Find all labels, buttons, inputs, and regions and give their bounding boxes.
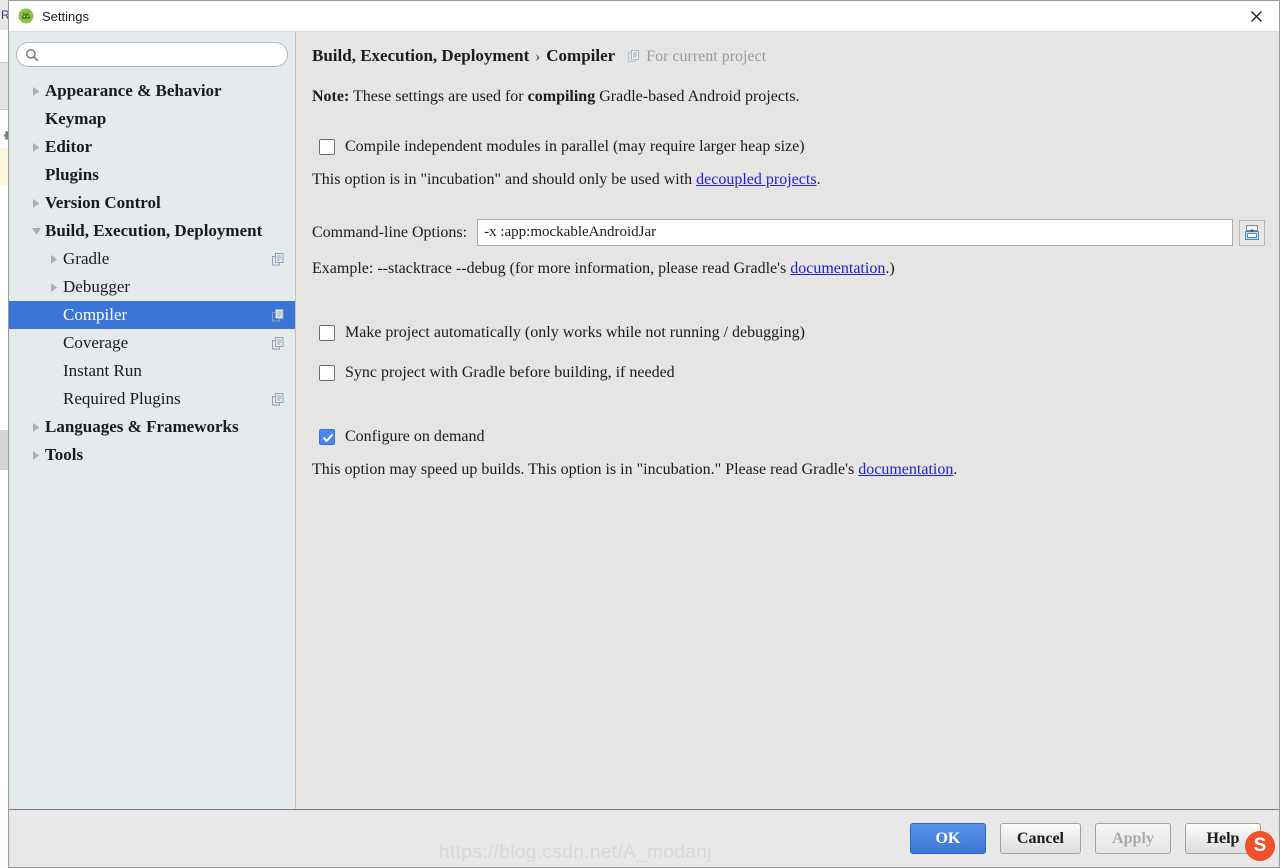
sync-before-build-checkbox[interactable] bbox=[319, 365, 335, 381]
dialog-footer: OK Cancel Apply Help https://blog.csdn.n… bbox=[9, 809, 1279, 867]
apply-button: Apply bbox=[1095, 823, 1171, 854]
parallel-compile-row[interactable]: Compile independent modules in parallel … bbox=[310, 137, 1265, 157]
dialog-titlebar: Settings bbox=[9, 1, 1279, 32]
chevron-down-icon[interactable] bbox=[27, 227, 45, 236]
sidebar-item-label: Version Control bbox=[45, 193, 161, 212]
close-icon[interactable] bbox=[1233, 1, 1279, 32]
configure-on-demand-row[interactable]: Configure on demand bbox=[310, 427, 1265, 447]
breadcrumb: Build, Execution, Deployment › Compiler … bbox=[310, 32, 1265, 66]
search-box[interactable] bbox=[16, 42, 288, 67]
note-text-2: Gradle-based Android projects. bbox=[595, 88, 800, 105]
breadcrumb-separator: › bbox=[535, 49, 541, 65]
make-automatically-checkbox[interactable] bbox=[319, 325, 335, 341]
sidebar-item-label: Build, Execution, Deployment bbox=[45, 221, 263, 240]
search-input[interactable] bbox=[39, 44, 287, 65]
command-line-options-row: Command-line Options: bbox=[310, 219, 1265, 246]
sidebar-item-keymap[interactable]: Keymap bbox=[9, 105, 295, 133]
ok-button[interactable]: OK bbox=[909, 823, 986, 854]
sogou-logo-icon: S bbox=[1245, 831, 1275, 861]
sidebar-item-label: Coverage bbox=[63, 333, 129, 352]
example-text-2: .) bbox=[885, 260, 895, 277]
sidebar-item-debugger[interactable]: Debugger bbox=[9, 273, 295, 301]
configure-on-demand-description: This option may speed up builds. This op… bbox=[310, 461, 1265, 479]
sidebar-item-required-plugins[interactable]: Required Plugins bbox=[9, 385, 295, 413]
parallel-compile-label: Compile independent modules in parallel … bbox=[345, 138, 805, 155]
command-line-options-label: Command-line Options: bbox=[312, 223, 468, 241]
dialog-body: Appearance & Behavior Keymap Editor Plugins… bbox=[9, 32, 1279, 809]
parallel-compile-description: This option is in "incubation" and shoul… bbox=[310, 171, 1265, 189]
android-studio-icon bbox=[18, 8, 34, 24]
chevron-right-icon[interactable] bbox=[27, 450, 45, 461]
expand-editor-icon[interactable] bbox=[1239, 219, 1265, 246]
sidebar-item-coverage[interactable]: Coverage bbox=[9, 329, 295, 357]
chevron-right-icon[interactable] bbox=[45, 282, 63, 293]
chevron-right-icon[interactable] bbox=[27, 142, 45, 153]
sidebar-item-version-control[interactable]: Version Control bbox=[9, 189, 295, 217]
sidebar-item-build-execution-deployment[interactable]: Build, Execution, Deployment bbox=[9, 217, 295, 245]
sidebar-item-plugins[interactable]: Plugins bbox=[9, 161, 295, 189]
command-line-options-input[interactable] bbox=[477, 219, 1233, 246]
chevron-right-icon[interactable] bbox=[27, 198, 45, 209]
gradle-documentation-link-2[interactable]: documentation bbox=[858, 461, 953, 478]
configure-on-demand-checkbox[interactable] bbox=[319, 429, 335, 445]
chevron-right-icon[interactable] bbox=[45, 254, 63, 265]
chevron-right-icon[interactable] bbox=[27, 86, 45, 97]
note-text-1: These settings are used for bbox=[349, 88, 528, 105]
sidebar-item-label: Appearance & Behavior bbox=[45, 81, 222, 100]
copy-icon bbox=[628, 50, 641, 63]
sidebar-item-label: Debugger bbox=[63, 277, 131, 296]
cod-desc-1: This option may speed up builds. This op… bbox=[312, 461, 859, 478]
sidebar-item-label: Plugins bbox=[45, 165, 99, 184]
example-text-1: Example: --stacktrace --debug (for more … bbox=[312, 260, 791, 277]
note-text: Note: These settings are used for compil… bbox=[310, 66, 1265, 106]
copy-icon bbox=[272, 392, 285, 406]
sidebar-item-label: Instant Run bbox=[63, 361, 142, 380]
sidebar-item-editor[interactable]: Editor bbox=[9, 133, 295, 161]
parallel-desc-1: This option is in "incubation" and shoul… bbox=[312, 171, 697, 188]
sidebar-item-label: Keymap bbox=[45, 109, 107, 128]
sidebar-item-tools[interactable]: Tools bbox=[9, 441, 295, 469]
breadcrumb-current: Compiler bbox=[546, 46, 616, 65]
sync-before-build-row[interactable]: Sync project with Gradle before building… bbox=[310, 363, 1265, 383]
sidebar-item-languages-frameworks[interactable]: Languages & Frameworks bbox=[9, 413, 295, 441]
cod-desc-2: . bbox=[953, 461, 958, 478]
sidebar-item-gradle[interactable]: Gradle bbox=[9, 245, 295, 273]
sidebar-item-label: Tools bbox=[45, 445, 84, 464]
sidebar-item-label: Editor bbox=[45, 137, 93, 156]
copy-icon bbox=[272, 252, 285, 266]
settings-sidebar: Appearance & Behavior Keymap Editor Plugins… bbox=[9, 32, 296, 809]
cancel-button[interactable]: Cancel bbox=[999, 823, 1081, 854]
make-automatically-label: Make project automatically (only works w… bbox=[345, 324, 805, 341]
decoupled-projects-link[interactable]: decoupled projects bbox=[696, 171, 816, 188]
sidebar-item-label: Required Plugins bbox=[63, 389, 181, 408]
breadcrumb-scope-label: For current project bbox=[646, 48, 767, 65]
search-container bbox=[9, 32, 295, 73]
gradle-documentation-link[interactable]: documentation bbox=[790, 260, 885, 277]
settings-dialog: Settings Appearance & Behavior Keymap Edit… bbox=[8, 0, 1280, 868]
settings-tree: Appearance & Behavior Keymap Editor Plugins… bbox=[9, 73, 295, 809]
parallel-compile-checkbox[interactable] bbox=[319, 139, 335, 155]
breadcrumb-parent: Build, Execution, Deployment bbox=[312, 46, 530, 65]
make-automatically-row[interactable]: Make project automatically (only works w… bbox=[310, 323, 1265, 343]
settings-content: Build, Execution, Deployment › Compiler … bbox=[296, 32, 1279, 809]
sidebar-item-label: Languages & Frameworks bbox=[45, 417, 239, 436]
chevron-right-icon[interactable] bbox=[27, 422, 45, 433]
dialog-title: Settings bbox=[42, 8, 89, 24]
sidebar-item-appearance-behavior[interactable]: Appearance & Behavior bbox=[9, 77, 295, 105]
note-prefix: Note: bbox=[312, 88, 350, 105]
note-emphasis: compiling bbox=[527, 88, 596, 105]
sidebar-item-compiler[interactable]: Compiler bbox=[9, 301, 295, 329]
watermark-text: https://blog.csdn.net/A_modanj bbox=[439, 842, 712, 863]
sidebar-item-instant-run[interactable]: Instant Run bbox=[9, 357, 295, 385]
copy-icon bbox=[272, 308, 285, 322]
sidebar-item-label: Gradle bbox=[63, 249, 110, 268]
parallel-desc-2: . bbox=[816, 171, 821, 188]
search-icon bbox=[25, 48, 39, 62]
copy-icon bbox=[272, 336, 285, 350]
command-line-example: Example: --stacktrace --debug (for more … bbox=[310, 260, 1265, 278]
configure-on-demand-label: Configure on demand bbox=[345, 428, 485, 445]
sidebar-item-label: Compiler bbox=[63, 305, 128, 324]
sync-before-build-label: Sync project with Gradle before building… bbox=[345, 364, 675, 381]
